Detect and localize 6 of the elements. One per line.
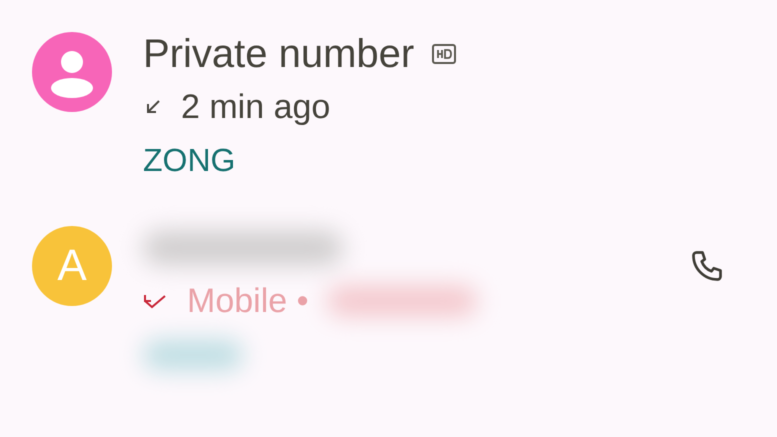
avatar: A bbox=[32, 226, 112, 306]
phone-icon bbox=[689, 248, 725, 284]
call-detail: 2 min ago bbox=[181, 90, 330, 124]
call-detail: Mobile • bbox=[187, 284, 309, 318]
caller-name: Private number bbox=[143, 34, 414, 74]
carrier-label: ZONG bbox=[143, 144, 236, 176]
